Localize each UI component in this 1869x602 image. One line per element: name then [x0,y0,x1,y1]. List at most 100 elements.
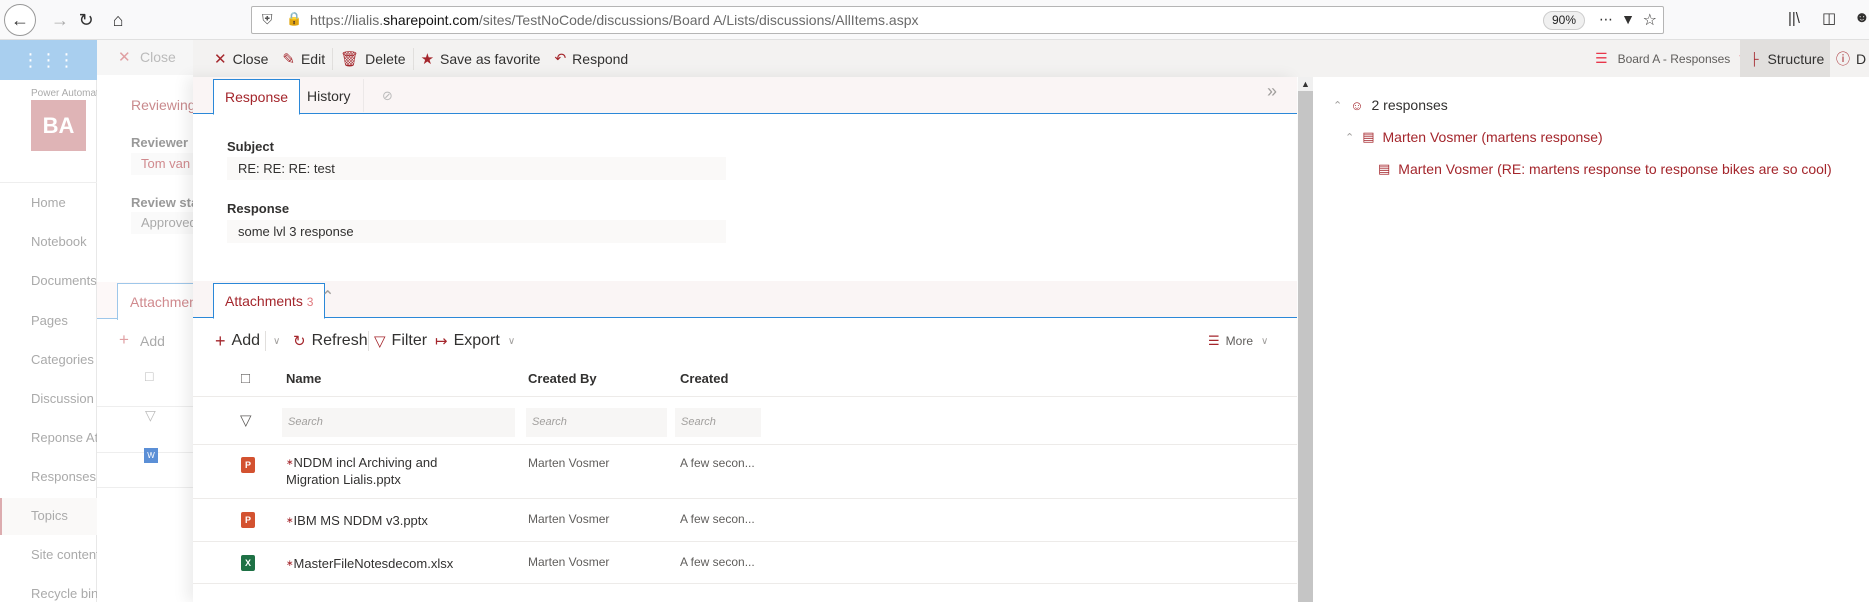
close-icon[interactable]: ✕ [118,48,131,66]
scroll-up-arrow[interactable]: ▲ [1298,77,1313,91]
response-link[interactable]: Marten Vosmer (RE: martens response to r… [1398,161,1831,177]
add-icon: + [215,330,226,351]
background-attachments-tab[interactable]: Attachments [117,283,193,320]
panel-scrollbar[interactable] [1298,77,1313,602]
reviewer-value[interactable]: Tom van [131,153,193,175]
background-add-button[interactable]: Add [140,333,165,349]
more-button[interactable]: ☰ More ∨ [1208,321,1268,361]
created-search-input[interactable]: Search [675,408,761,437]
structure-button[interactable]: ├ Structure [1740,40,1830,77]
chevron-up-icon[interactable]: ⌃ [1333,99,1342,112]
bookmark-star-icon[interactable]: ☆ [1643,10,1657,30]
back-button[interactable]: ← [4,4,36,36]
url-prefix: https://lialis. [310,12,384,28]
tree-root[interactable]: ⌃ ☺ 2 responses [1333,97,1448,113]
background-panel: ✕ Close Reviewing Reviewer Tom van Revie… [97,40,193,602]
file-name-link[interactable]: ∗IBM MS NDDM v3.pptx [286,512,506,529]
details-button[interactable]: ⓘ D [1836,40,1866,77]
tree-item[interactable]: ▤ Marten Vosmer (RE: martens response to… [1378,161,1832,177]
nav-topics[interactable]: Topics [31,508,97,523]
add-icon: + [119,330,129,349]
delete-label: Delete [365,50,406,67]
file-name: IBM MS NDDM v3.pptx [293,513,428,528]
reply-icon: ↶ [554,50,567,66]
export-button[interactable]: ↦ Export ∨ [435,321,515,361]
zoom-level[interactable]: 90% [1542,11,1585,30]
filter-button[interactable]: ▽ Filter [374,321,427,361]
nav-categories[interactable]: Categories [31,352,97,367]
collapse-up-icon[interactable]: ⌃ [321,287,334,307]
response-link[interactable]: Marten Vosmer (martens response) [1383,129,1603,145]
site-title: Power Automate [31,88,97,99]
sidebar-icon[interactable]: ◫ [1822,9,1836,27]
separator [368,331,369,351]
table-row[interactable]: P ∗IBM MS NDDM v3.pptx Marten Vosmer A f… [193,499,1297,542]
edit-label: Edit [300,50,326,67]
library-icon[interactable]: ||\ [1788,10,1800,27]
nav-home[interactable]: Home [31,195,97,210]
nav-recycle-bin[interactable]: Recycle bin [31,586,97,601]
nav-reponse-attachments[interactable]: Reponse At... [31,430,97,445]
separator [363,79,364,112]
file-name-link[interactable]: ∗MasterFileNotesdecom.xlsx [286,555,506,572]
account-icon[interactable]: ☻ [1854,9,1869,26]
shield-icon: ⛨ [262,11,273,27]
close-button[interactable]: Close [140,49,176,65]
file-name: MasterFileNotesdecom.xlsx [293,556,454,571]
close-button[interactable]: ✕ Close [207,40,275,77]
nav-pages[interactable]: Pages [31,313,97,328]
home-button[interactable]: ⌂ [102,4,134,36]
address-bar[interactable]: ⛨ 🔒 https://lialis.sharepoint.com/sites/… [251,6,1664,34]
file-name-link[interactable]: ∗NDDM incl Archiving and Migration Liali… [286,454,466,488]
nav-documents[interactable]: Documents [31,273,97,288]
refresh-button[interactable]: ↻ Refresh [293,321,368,361]
powerpoint-file-icon: P [241,457,255,473]
tab-attachments[interactable]: Attachments 3 [213,283,326,319]
people-icon: ☺ [1350,97,1364,113]
view-selector[interactable]: ☰ Board A - Responses ∨ [1595,40,1746,77]
table-row[interactable]: X ∗MasterFileNotesdecom.xlsx Marten Vosm… [193,542,1297,584]
nav-site-contents[interactable]: Site contents [31,547,97,562]
respond-button[interactable]: ↶ Respond [547,40,635,77]
divider [97,487,193,488]
structure-tree: ⌃ ☺ 2 responses ⌃ ▤ Marten Vosmer (marte… [1315,77,1869,602]
more-label: More [1225,334,1253,348]
nav-discussion[interactable]: Discussion ... [31,391,97,406]
add-label: Add [231,332,260,349]
tree-item[interactable]: ⌃ ▤ Marten Vosmer (martens response) [1345,129,1603,145]
hide-fields-icon[interactable]: ⊘ [371,79,404,114]
details-label: D [1856,50,1867,67]
background-command-bar: ✕ Close [97,40,193,75]
created-by: Marten Vosmer [528,555,610,569]
nav-notebook[interactable]: Notebook [31,234,97,249]
close-label: Close [232,50,269,67]
expand-icon[interactable]: » [1267,81,1277,102]
column-name[interactable]: Name [286,360,321,397]
name-search-input[interactable]: Search [282,408,515,437]
powerpoint-file-icon: P [241,512,255,528]
chevron-up-icon[interactable]: ⌃ [1345,131,1354,144]
nav-responses[interactable]: Responses [31,469,97,484]
more-actions-icon[interactable]: ⋯ [1599,11,1613,28]
app-launcher-icon[interactable]: ⋮⋮⋮ [0,40,97,80]
add-dropdown-chevron-icon[interactable]: ∨ [273,321,280,361]
star-icon: ★ [420,50,435,68]
created-by-search-input[interactable]: Search [526,408,667,437]
response-tabstrip: Response History ⊘ » [193,77,1297,115]
table-row[interactable]: P ∗NDDM incl Archiving and Migration Lia… [193,445,1297,499]
edit-button[interactable]: ✎ Edit [275,40,332,77]
reload-button[interactable]: ↻ [70,4,102,36]
site-logo[interactable]: BA [31,100,86,151]
pocket-icon[interactable]: ▼ [1621,11,1635,27]
delete-button[interactable]: 🗑 Delete [333,40,413,77]
browser-toolbar: ← → ↻ ⌂ ⛨ 🔒 https://lialis.sharepoint.co… [0,0,1869,40]
save-as-favorite-button[interactable]: ★ Save as favorite [414,40,548,77]
attachments-tab-label: Attachments [225,293,303,309]
add-button[interactable]: + Add [215,321,260,361]
tab-history[interactable]: History [296,79,362,114]
view-selector-label: Board A - Responses [1617,51,1731,66]
tab-response[interactable]: Response [213,79,301,115]
created: A few secon... [680,512,755,526]
column-created-by[interactable]: Created By [528,360,597,397]
column-created[interactable]: Created [680,360,728,397]
